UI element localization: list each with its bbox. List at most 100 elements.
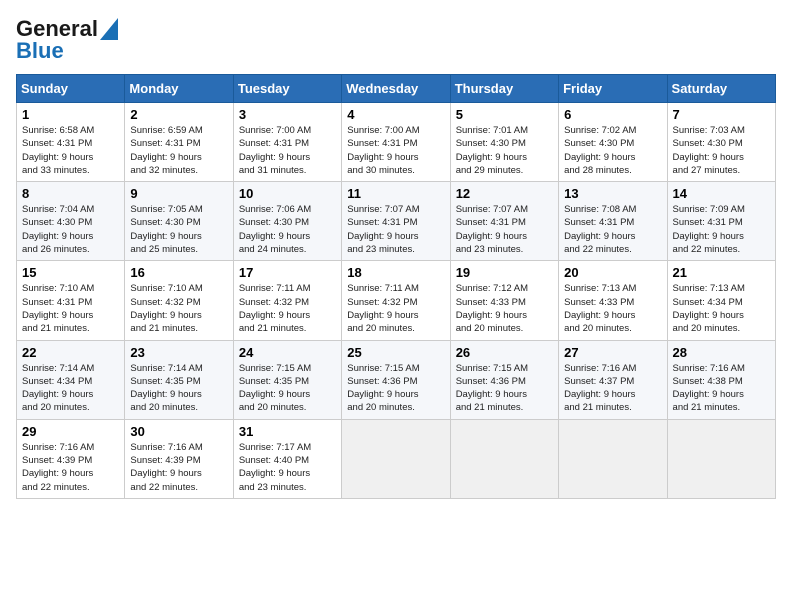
day-number: 17 [239,265,336,280]
empty-cell [342,419,450,498]
day-info: Sunrise: 7:17 AM Sunset: 4:40 PM Dayligh… [239,441,336,494]
calendar-day-16: 16 Sunrise: 7:10 AM Sunset: 4:32 PM Dayli… [125,261,233,340]
calendar-day-23: 23 Sunrise: 7:14 AM Sunset: 4:35 PM Dayli… [125,340,233,419]
calendar-day-3: 3 Sunrise: 7:00 AM Sunset: 4:31 PM Daylig… [233,103,341,182]
day-number: 29 [22,424,119,439]
day-info: Sunrise: 6:58 AM Sunset: 4:31 PM Dayligh… [22,124,119,177]
calendar-day-24: 24Sunrise: 7:15 AM Sunset: 4:35 PM Dayli… [233,340,341,419]
calendar-day-27: 27Sunrise: 7:16 AM Sunset: 4:37 PM Dayli… [559,340,667,419]
day-number: 20 [564,265,661,280]
day-info: Sunrise: 7:11 AM Sunset: 4:32 PM Dayligh… [239,282,336,335]
day-info: Sunrise: 7:10 AM Sunset: 4:32 PM Dayligh… [130,282,227,335]
day-number: 30 [130,424,227,439]
calendar-day-11: 11 Sunrise: 7:07 AM Sunset: 4:31 PM Dayli… [342,182,450,261]
day-number: 16 [130,265,227,280]
calendar-day-14: 14Sunrise: 7:09 AM Sunset: 4:31 PM Dayli… [667,182,775,261]
day-info: Sunrise: 7:16 AM Sunset: 4:39 PM Dayligh… [22,441,119,494]
day-info: Sunrise: 7:04 AM Sunset: 4:30 PM Dayligh… [22,203,119,256]
day-info: Sunrise: 7:13 AM Sunset: 4:34 PM Dayligh… [673,282,770,335]
logo-blue: Blue [16,38,64,64]
day-info: Sunrise: 7:16 AM Sunset: 4:39 PM Dayligh… [130,441,227,494]
weekday-header-monday: Monday [125,75,233,103]
day-number: 15 [22,265,119,280]
calendar-day-30: 30 Sunrise: 7:16 AM Sunset: 4:39 PM Dayli… [125,419,233,498]
day-info: Sunrise: 7:03 AM Sunset: 4:30 PM Dayligh… [673,124,770,177]
calendar-day-6: 6Sunrise: 7:02 AM Sunset: 4:30 PM Daylig… [559,103,667,182]
calendar-day-19: 19 Sunrise: 7:12 AM Sunset: 4:33 PM Dayli… [450,261,558,340]
calendar-day-18: 18Sunrise: 7:11 AM Sunset: 4:32 PM Dayli… [342,261,450,340]
calendar-week-row: 22 Sunrise: 7:14 AM Sunset: 4:34 PM Dayli… [17,340,776,419]
day-info: Sunrise: 7:08 AM Sunset: 4:31 PM Dayligh… [564,203,661,256]
calendar-day-22: 22 Sunrise: 7:14 AM Sunset: 4:34 PM Dayli… [17,340,125,419]
calendar-day-15: 15 Sunrise: 7:10 AM Sunset: 4:31 PM Dayli… [17,261,125,340]
calendar-day-12: 12Sunrise: 7:07 AM Sunset: 4:31 PM Dayli… [450,182,558,261]
day-number: 11 [347,186,444,201]
day-info: Sunrise: 7:07 AM Sunset: 4:31 PM Dayligh… [456,203,553,256]
weekday-header-wednesday: Wednesday [342,75,450,103]
day-number: 1 [22,107,119,122]
day-info: Sunrise: 7:16 AM Sunset: 4:37 PM Dayligh… [564,362,661,415]
day-number: 21 [673,265,770,280]
day-info: Sunrise: 7:05 AM Sunset: 4:30 PM Dayligh… [130,203,227,256]
day-info: Sunrise: 7:14 AM Sunset: 4:34 PM Dayligh… [22,362,119,415]
day-info: Sunrise: 7:00 AM Sunset: 4:31 PM Dayligh… [347,124,444,177]
day-info: Sunrise: 7:11 AM Sunset: 4:32 PM Dayligh… [347,282,444,335]
calendar-day-17: 17 Sunrise: 7:11 AM Sunset: 4:32 PM Dayli… [233,261,341,340]
day-number: 2 [130,107,227,122]
day-info: Sunrise: 7:14 AM Sunset: 4:35 PM Dayligh… [130,362,227,415]
day-number: 19 [456,265,553,280]
page-header: General Blue [16,16,776,64]
empty-cell [559,419,667,498]
day-number: 5 [456,107,553,122]
day-number: 14 [673,186,770,201]
calendar-day-29: 29 Sunrise: 7:16 AM Sunset: 4:39 PM Dayli… [17,419,125,498]
day-info: Sunrise: 7:10 AM Sunset: 4:31 PM Dayligh… [22,282,119,335]
calendar-week-row: 29 Sunrise: 7:16 AM Sunset: 4:39 PM Dayli… [17,419,776,498]
calendar-day-8: 8 Sunrise: 7:04 AM Sunset: 4:30 PM Daylig… [17,182,125,261]
day-info: Sunrise: 7:15 AM Sunset: 4:35 PM Dayligh… [239,362,336,415]
day-number: 31 [239,424,336,439]
day-info: Sunrise: 7:01 AM Sunset: 4:30 PM Dayligh… [456,124,553,177]
day-number: 9 [130,186,227,201]
calendar-week-row: 8 Sunrise: 7:04 AM Sunset: 4:30 PM Daylig… [17,182,776,261]
day-info: Sunrise: 7:12 AM Sunset: 4:33 PM Dayligh… [456,282,553,335]
day-info: Sunrise: 7:15 AM Sunset: 4:36 PM Dayligh… [456,362,553,415]
calendar-week-row: 1 Sunrise: 6:58 AM Sunset: 4:31 PM Daylig… [17,103,776,182]
day-number: 26 [456,345,553,360]
calendar-day-9: 9 Sunrise: 7:05 AM Sunset: 4:30 PM Daylig… [125,182,233,261]
day-info: Sunrise: 7:00 AM Sunset: 4:31 PM Dayligh… [239,124,336,177]
calendar-day-5: 5 Sunrise: 7:01 AM Sunset: 4:30 PM Daylig… [450,103,558,182]
calendar-day-10: 10 Sunrise: 7:06 AM Sunset: 4:30 PM Dayli… [233,182,341,261]
day-info: Sunrise: 7:06 AM Sunset: 4:30 PM Dayligh… [239,203,336,256]
day-info: Sunrise: 7:07 AM Sunset: 4:31 PM Dayligh… [347,203,444,256]
calendar-day-25: 25Sunrise: 7:15 AM Sunset: 4:36 PM Dayli… [342,340,450,419]
calendar-day-31: 31 Sunrise: 7:17 AM Sunset: 4:40 PM Dayli… [233,419,341,498]
day-number: 22 [22,345,119,360]
day-number: 10 [239,186,336,201]
calendar-week-row: 15 Sunrise: 7:10 AM Sunset: 4:31 PM Dayli… [17,261,776,340]
day-number: 13 [564,186,661,201]
day-number: 23 [130,345,227,360]
day-number: 3 [239,107,336,122]
day-info: Sunrise: 6:59 AM Sunset: 4:31 PM Dayligh… [130,124,227,177]
calendar-day-7: 7Sunrise: 7:03 AM Sunset: 4:30 PM Daylig… [667,103,775,182]
calendar-day-4: 4 Sunrise: 7:00 AM Sunset: 4:31 PM Daylig… [342,103,450,182]
day-info: Sunrise: 7:13 AM Sunset: 4:33 PM Dayligh… [564,282,661,335]
calendar-day-2: 2 Sunrise: 6:59 AM Sunset: 4:31 PM Daylig… [125,103,233,182]
weekday-header-thursday: Thursday [450,75,558,103]
logo-icon [100,18,118,40]
calendar-day-21: 21 Sunrise: 7:13 AM Sunset: 4:34 PM Dayli… [667,261,775,340]
empty-cell [667,419,775,498]
logo: General Blue [16,16,118,64]
weekday-header-saturday: Saturday [667,75,775,103]
empty-cell [450,419,558,498]
calendar-day-1: 1 Sunrise: 6:58 AM Sunset: 4:31 PM Daylig… [17,103,125,182]
day-number: 28 [673,345,770,360]
weekday-header-friday: Friday [559,75,667,103]
day-number: 8 [22,186,119,201]
weekday-header-tuesday: Tuesday [233,75,341,103]
calendar-day-20: 20 Sunrise: 7:13 AM Sunset: 4:33 PM Dayli… [559,261,667,340]
day-number: 4 [347,107,444,122]
calendar-day-28: 28Sunrise: 7:16 AM Sunset: 4:38 PM Dayli… [667,340,775,419]
day-info: Sunrise: 7:15 AM Sunset: 4:36 PM Dayligh… [347,362,444,415]
